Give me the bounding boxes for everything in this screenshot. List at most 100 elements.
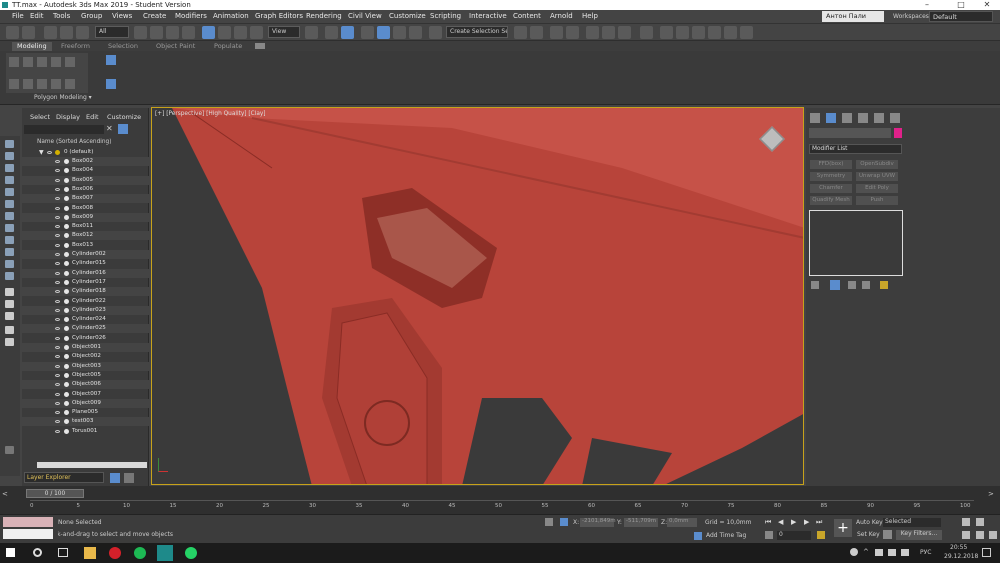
visibility-icon[interactable] [55,253,60,256]
se-item[interactable]: Object002 [22,352,149,361]
se-item[interactable]: Cylinder023 [22,305,149,315]
object-color-swatch[interactable] [894,128,902,138]
a360-gallery-icon[interactable] [724,26,737,39]
visibility-icon[interactable] [55,327,60,331]
menu-edit[interactable]: Edit [30,12,44,20]
select-and-rotate-icon[interactable] [218,26,231,39]
viewport-label[interactable]: [+] [Perspective] [High Quality] [Clay] [155,111,266,117]
find-icon[interactable] [5,338,14,346]
pan-icon[interactable] [962,531,970,539]
render-production-icon[interactable] [692,26,705,39]
se-root-layer[interactable]: ▼ 0 (default) [22,148,149,157]
visibility-icon[interactable] [55,215,60,219]
modifier-ffd-box-button[interactable]: FFD(box) [810,160,852,169]
menu-modifiers[interactable]: Modifiers [175,12,207,20]
pin-stack-icon[interactable] [811,281,819,289]
modifier-list-dropdown[interactable]: Modifier List [809,144,902,154]
visibility-icon[interactable] [55,262,60,266]
ribbon-side-1-icon[interactable] [106,55,116,65]
visibility-icon[interactable] [55,373,60,377]
zoom-icon[interactable] [962,518,970,526]
se-item[interactable]: Cylinder018 [22,287,149,297]
select-object-icon[interactable] [134,26,147,39]
modifier-quadify-mesh-button[interactable]: Quadify Mesh [810,196,852,205]
modifier-opensubdiv-button[interactable]: OpenSubdiv [856,160,898,169]
se-item[interactable]: Box008 [22,204,149,213]
named-selection-sets-dropdown[interactable]: Create Selection Se [446,26,508,38]
visibility-icon[interactable] [55,197,60,201]
selection-lock-icon[interactable] [560,518,568,526]
clock-time[interactable]: 20:55 [950,544,967,551]
se-column-header[interactable]: Name (Sorted Ascending) [37,139,112,145]
user-account-dropdown[interactable]: Антон Пали [822,11,884,22]
se-horizontal-scrollbar[interactable] [37,462,147,468]
align-icon[interactable] [530,26,543,39]
bind-space-warp-icon[interactable] [76,26,89,39]
prev-frame-icon[interactable]: ◀ [778,518,783,526]
visibility-icon[interactable] [55,336,60,340]
default-key-tangents-icon[interactable] [883,530,892,539]
edit-named-selection-icon[interactable] [429,26,442,39]
show-hidden-icons-icon[interactable]: ^ [863,548,869,556]
se-item[interactable]: Torus001 [22,427,149,436]
clear-search-icon[interactable]: ✕ [106,124,113,133]
display-lights-icon[interactable] [5,164,14,172]
y-coord-field[interactable]: -511,709m [624,518,658,527]
se-item[interactable]: Box005 [22,175,149,185]
menu-group[interactable]: Group [81,12,102,20]
file-explorer-icon[interactable] [84,547,96,559]
play-icon[interactable]: ▶ [791,518,796,526]
maximize-viewport-icon[interactable] [989,531,997,539]
minimize-button[interactable]: – [916,0,938,10]
visibility-icon[interactable] [55,383,60,387]
display-helpers-icon[interactable] [5,188,14,196]
menu-help[interactable]: Help [582,12,598,20]
close-button[interactable]: ✕ [976,0,998,10]
keyboard-shortcut-override-icon[interactable] [341,26,354,39]
menu-rendering[interactable]: Rendering [306,12,342,20]
tab-object-paint[interactable]: Object Paint [156,42,195,51]
render-in-cloud-icon[interactable] [708,26,721,39]
se-item[interactable]: Object001 [22,343,149,352]
display-cameras-icon[interactable] [5,176,14,184]
hierarchy-tab-icon[interactable] [842,113,852,123]
menu-scripting[interactable]: Scripting [430,12,461,20]
input-language[interactable]: РУС [920,549,931,556]
modify-tab-icon[interactable] [826,113,836,123]
display-hidden-icon[interactable] [5,272,14,280]
visibility-icon[interactable] [55,178,60,182]
se-item[interactable]: Box009 [22,212,149,222]
select-by-name-icon[interactable] [150,26,163,39]
material-editor-icon[interactable] [640,26,653,39]
ribbon-side-2-icon[interactable] [106,79,116,89]
menu-animation[interactable]: Animation [213,12,249,20]
modifier-push-button[interactable]: Push [856,196,898,205]
curve-editor-icon[interactable] [602,26,615,39]
display-shapes-icon[interactable] [5,152,14,160]
se-search-input[interactable] [24,125,104,134]
angle-snap-icon[interactable] [377,26,390,39]
maxscript-input[interactable] [3,529,53,539]
se-item[interactable]: Cylinder022 [22,297,149,306]
add-time-tag[interactable]: Add Time Tag [706,532,746,539]
rectangular-selection-icon[interactable] [166,26,179,39]
make-unique-icon[interactable] [848,281,856,289]
visibility-icon[interactable] [55,271,60,275]
menu-file[interactable]: File [12,12,24,20]
reference-coordinate-dropdown[interactable]: View [268,26,300,38]
se-item[interactable]: Plane005 [22,408,149,417]
visibility-icon[interactable] [55,392,60,396]
menu-tools[interactable]: Tools [53,12,70,20]
tab-populate[interactable]: Populate [214,42,242,51]
modifier-stack[interactable] [809,210,903,276]
se-item[interactable]: Cylinder015 [22,259,149,268]
select-manipulate-icon[interactable] [325,26,338,39]
x-coord-field[interactable]: -2101,849m [580,518,616,527]
visibility-icon[interactable] [55,401,60,405]
se-item[interactable]: test003 [22,417,149,427]
modifier-chamfer-button[interactable]: Chamfer [810,184,852,193]
visibility-icon[interactable] [55,318,60,322]
menu-interactive[interactable]: Interactive [469,12,507,20]
mirror-icon[interactable] [514,26,527,39]
visibility-icon[interactable] [55,346,60,349]
